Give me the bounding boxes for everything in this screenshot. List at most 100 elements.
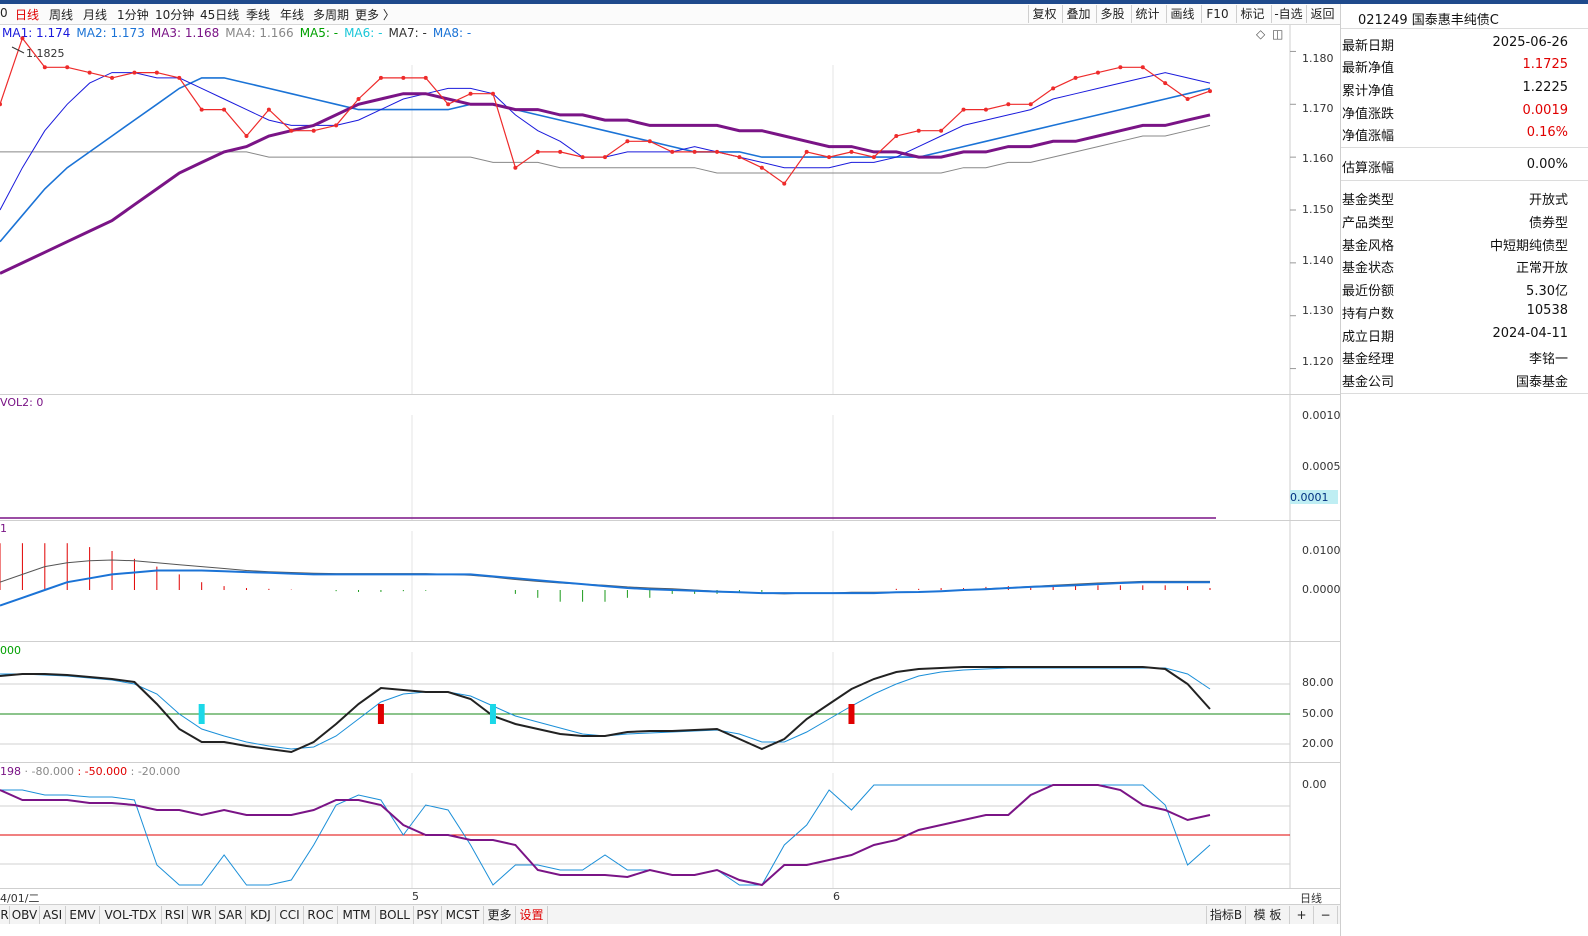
period-tab-45day[interactable]: 45日线 [200,6,239,23]
info-label: 产品类型 [1342,216,1395,231]
period-tab-1min[interactable]: 1分钟 [117,6,149,23]
indicator-tabs: R OBV ASI EMV VOL-TDX RSI WR SAR KDJ CCI… [0,904,1340,924]
nav-point [580,155,585,160]
nav-point [87,70,92,75]
divider [1341,147,1588,148]
period-tab-week[interactable]: 周线 [49,6,73,23]
info-value: 10538 [1526,303,1568,318]
mark-button[interactable]: 标记 [1236,5,1268,23]
info-row: 基金公司 国泰基金 [1341,368,1588,390]
ma4-line [0,124,1211,174]
nav-point [42,65,47,70]
back-button[interactable]: 返回 [1306,5,1338,23]
info-row-nav-pct: 净值涨幅 0.16% [1341,122,1588,144]
indicator-tab-sar[interactable]: SAR [216,906,246,924]
indicator-b-button[interactable]: 指标B [1206,906,1246,924]
period-tab-multi[interactable]: 多周期 [313,6,349,23]
nav-point [490,91,495,96]
indicator-tab-mtm[interactable]: MTM [338,906,376,924]
volume-chart[interactable] [0,395,1340,520]
macd-axis-label-1: 0.0000 [1302,583,1341,596]
fund-info-panel: 021249 国泰惠丰纯债C 最新日期 2025-06-26 最新净值 1.17… [1340,4,1588,936]
indicator-tab-wr[interactable]: WR [188,906,216,924]
remove-watchlist-button[interactable]: -自选 [1271,5,1305,23]
indicator-settings-tab[interactable]: 设置 [516,906,548,924]
vol-current-value: 0.0001 [1290,491,1329,504]
nav-point [1140,65,1145,70]
nav-point [692,149,697,154]
nav-point [827,155,832,160]
indicator-tab-kdj[interactable]: KDJ [246,906,276,924]
period-toolbar: 0 日线 周线 月线 1分钟 10分钟 45日线 季线 年线 多周期 更多 〉 … [0,4,1340,25]
period-tab-year[interactable]: 年线 [280,6,304,23]
statistics-button[interactable]: 统计 [1131,5,1163,23]
nav-point [916,128,921,133]
nav-point [558,149,563,154]
info-label: 基金状态 [1342,261,1395,276]
kdj-axis-label-0: 80.00 [1302,676,1334,689]
nav-point [1163,81,1168,86]
nav-point [65,65,70,70]
info-value: 国泰基金 [1515,375,1568,390]
nav-point [1051,86,1056,91]
indicator-tab-emv[interactable]: EMV [66,906,100,924]
nav-point [154,70,159,75]
info-value: 0.16% [1526,125,1568,140]
info-label: 净值涨幅 [1342,129,1395,144]
indicator-tab-obv[interactable]: OBV [10,906,40,924]
main-price-chart[interactable]: 1.1825 [0,25,1340,395]
indicator-tab-psy[interactable]: PSY [414,906,442,924]
info-label: 持有户数 [1342,307,1395,322]
info-value: 5.30亿 [1526,284,1568,299]
info-value: 1.1725 [1522,57,1569,72]
nav-point [1185,97,1190,101]
indicator-tab-cci[interactable]: CCI [276,906,304,924]
indicator-tab-more[interactable]: 更多 [484,906,516,924]
nav-point [759,165,764,170]
nav-point [199,107,204,112]
indicator-tab-roc[interactable]: ROC [304,906,338,924]
indicator-tab-r[interactable]: R [0,906,10,924]
multi-stock-button[interactable]: 多股 [1096,5,1128,23]
vol-axis-label-1: 0.0005 [1302,460,1341,473]
indicator-tab-vol-tdx[interactable]: VOL-TDX [100,906,162,924]
macd-chart[interactable] [0,521,1340,641]
macd-dea-line [0,559,1210,595]
nav-point [289,128,294,133]
period-tab-quarter[interactable]: 季线 [246,6,270,23]
indicator-tab-mcst[interactable]: MCST [442,906,484,924]
x-axis-label-6: 6 [833,890,840,903]
wr-chart[interactable] [0,763,1340,888]
indicator-tab-asi[interactable]: ASI [40,906,66,924]
info-row-estimate: 估算涨幅 0.00% [1341,154,1588,176]
ma3-line [0,92,1211,275]
zoom-out-button[interactable]: − [1314,906,1338,924]
info-value: 2024-04-11 [1492,326,1568,341]
kdj-cross-mark [198,704,205,724]
overlay-button[interactable]: 叠加 [1062,5,1094,23]
f10-button[interactable]: F10 [1201,5,1233,23]
info-label: 基金公司 [1342,375,1395,390]
period-tab-0[interactable]: 0 [0,6,8,20]
nav-point [132,70,137,75]
info-label: 基金风格 [1342,239,1395,254]
info-value: 2025-06-26 [1492,35,1568,50]
nav-point [20,36,25,41]
template-button[interactable]: 模 板 [1246,906,1290,924]
kdj-k-line [0,666,1211,754]
period-tab-more[interactable]: 更多 〉 [355,6,395,23]
period-tab-day[interactable]: 日线 [15,6,39,23]
adjust-button[interactable]: 复权 [1028,5,1060,23]
x-axis: 4/01/二 5 6 日线 [0,888,1340,905]
indicator-tab-rsi[interactable]: RSI [162,906,188,924]
period-tab-10min[interactable]: 10分钟 [155,6,194,23]
info-label: 成立日期 [1342,330,1395,345]
y-axis-label-4: 1.140 [1302,254,1334,267]
divider [1341,180,1588,181]
kdj-chart[interactable] [0,642,1340,762]
zoom-in-button[interactable]: + [1290,906,1314,924]
period-tab-month[interactable]: 月线 [83,6,107,23]
info-label: 估算涨幅 [1342,161,1395,176]
draw-line-button[interactable]: 画线 [1166,5,1198,23]
indicator-tab-boll[interactable]: BOLL [376,906,414,924]
